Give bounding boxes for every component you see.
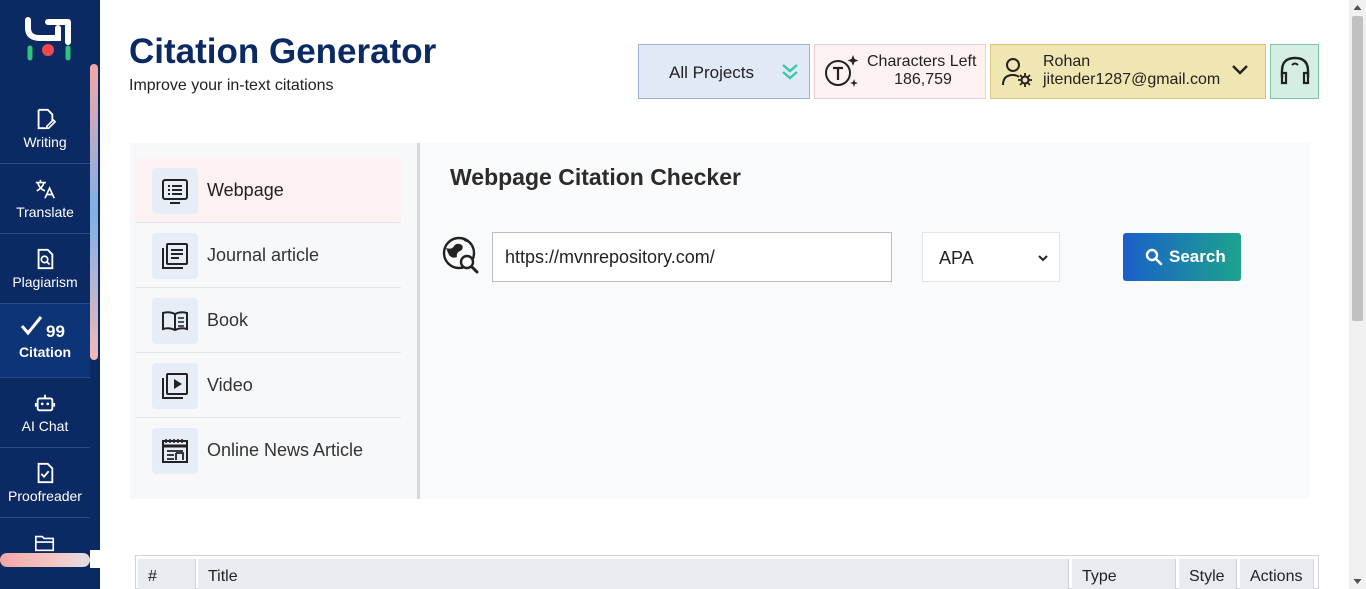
citation-type-webpage[interactable]: Webpage (136, 159, 401, 223)
projects-label: All Projects (669, 63, 755, 82)
video-icon (162, 373, 188, 399)
sidebar-item-ai-chat[interactable]: AI Chat (0, 378, 90, 448)
search-button[interactable]: Search (1123, 233, 1241, 281)
sidebar-item-proofreader[interactable]: Proofreader (0, 448, 90, 518)
column-header-title[interactable]: Title (198, 559, 1069, 589)
checker-title: Webpage Citation Checker (450, 164, 741, 190)
citation-type-book[interactable]: Book (136, 289, 401, 353)
sidebar-scrollbar[interactable] (90, 64, 98, 360)
scroll-up-arrow-icon[interactable] (1353, 3, 1362, 12)
plagiarism-icon (37, 248, 54, 270)
page-scrollbar[interactable] (1349, 0, 1366, 589)
citation-type-label: Book (207, 310, 249, 330)
sidebar-item-label: Citation (18, 344, 72, 360)
user-name: Rohan (1043, 53, 1091, 70)
citation-style-value: APA (939, 248, 974, 268)
citation-icon: 99 (20, 316, 65, 340)
user-settings-icon (1002, 58, 1032, 87)
robot-icon (34, 394, 56, 412)
double-chevron-down-icon (782, 64, 798, 80)
svg-text:99: 99 (46, 322, 65, 340)
webpage-icon (162, 179, 188, 204)
column-header-actions[interactable]: Actions (1240, 559, 1314, 589)
sidebar-item-label: Proofreader (8, 488, 82, 504)
sidebar-item-label: AI Chat (21, 418, 69, 434)
book-icon (162, 311, 188, 332)
characters-left-label: Characters Left (867, 53, 977, 70)
citation-type-label: Webpage (207, 180, 284, 200)
citation-type-video[interactable]: Video (136, 354, 401, 418)
citation-type-label: Video (207, 375, 253, 395)
writing-icon (37, 108, 56, 130)
search-icon (1145, 248, 1163, 266)
column-header-type[interactable]: Type (1072, 559, 1176, 589)
support-button[interactable] (1270, 44, 1319, 99)
column-header-number[interactable]: # (138, 559, 196, 589)
chevron-down-icon (1038, 255, 1048, 262)
user-email: jitender1287@gmail.com (1043, 71, 1221, 88)
citations-table: # Title Type Style Actions (135, 555, 1319, 589)
search-button-label: Search (1169, 247, 1226, 266)
sidebar-item-plagiarism[interactable]: Plagiarism (0, 234, 90, 304)
citation-type-journal-article[interactable]: Journal article (136, 224, 401, 288)
characters-left-box: Characters Left 186,759 (814, 44, 986, 99)
chevron-down-icon (1232, 65, 1248, 75)
column-header-style[interactable]: Style (1179, 559, 1237, 589)
sidebar-item-label: Plagiarism (12, 274, 78, 290)
citation-type-online-news-article[interactable]: Online News Article (136, 419, 401, 483)
projects-dropdown[interactable]: All Projects (638, 44, 810, 99)
user-menu[interactable]: Rohan jitender1287@gmail.com (990, 44, 1266, 99)
sidebar-item-citation[interactable]: 99 Citation (0, 304, 90, 378)
app-logo[interactable] (24, 14, 74, 62)
headset-icon (1280, 56, 1310, 85)
citation-checker-panel (420, 143, 1310, 499)
scroll-down-arrow-icon[interactable] (1353, 577, 1362, 586)
journal-icon-box (152, 233, 198, 279)
sidebar-item-writing[interactable]: Writing (0, 94, 90, 164)
sidebar-item-label: Writing (23, 134, 67, 150)
globe-search-icon (442, 236, 479, 274)
news-icon-box (152, 428, 198, 474)
citation-style-select[interactable]: APA (922, 232, 1060, 282)
news-icon (162, 439, 188, 463)
folder-icon (35, 535, 55, 552)
sidebar-horizontal-scrollbar[interactable] (0, 553, 90, 567)
text-sparkle-icon (825, 55, 859, 87)
citation-type-label: Journal article (207, 245, 320, 265)
book-icon-box (152, 298, 198, 344)
scroll-corner (90, 550, 100, 568)
characters-left-value: 186,759 (894, 71, 952, 88)
proofreader-icon (37, 462, 54, 484)
page-title: Citation Generator (129, 32, 437, 71)
page-subtitle: Improve your in-text citations (129, 77, 334, 94)
translate-icon (35, 179, 55, 199)
url-input[interactable] (492, 232, 892, 282)
webpage-icon-box (152, 168, 198, 214)
sidebar-item-label: Translate (16, 204, 74, 220)
citation-type-label: Online News Article (207, 440, 364, 460)
scrollbar-thumb[interactable] (1352, 16, 1363, 321)
video-icon-box (152, 363, 198, 409)
sidebar-item-translate[interactable]: Translate (0, 164, 90, 234)
sidebar: Writing Translate Plagiarism 99 Citation… (0, 0, 100, 589)
journal-icon (162, 243, 188, 269)
